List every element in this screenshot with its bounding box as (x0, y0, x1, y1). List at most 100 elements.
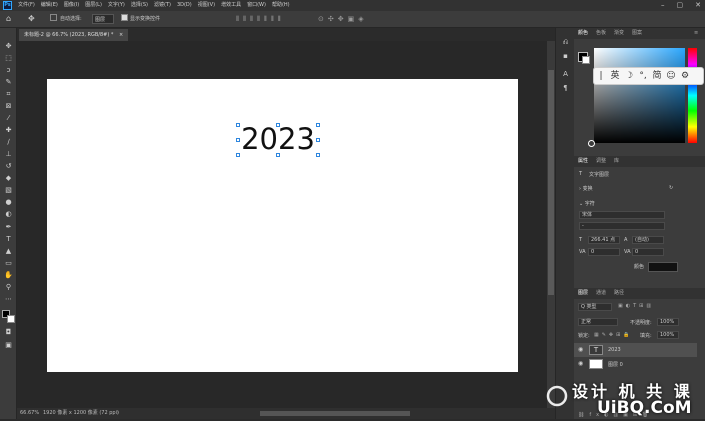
marquee-tool-icon[interactable]: ⬚ (4, 54, 13, 63)
tracking-field[interactable]: 0 (632, 248, 664, 256)
hand-tool-icon[interactable]: ✋ (4, 271, 13, 280)
zoom-level[interactable]: 66.67% (20, 408, 39, 419)
tab-paths[interactable]: 路径 (614, 288, 624, 299)
transform-handle[interactable] (236, 123, 240, 127)
auto-select-checkbox[interactable] (50, 14, 57, 24)
crop-tool-icon[interactable]: ⌗ (4, 90, 13, 99)
history-panel-icon[interactable]: ⎌ (561, 38, 570, 47)
menu-help[interactable]: 帮助(H) (269, 0, 293, 11)
transform-handle[interactable] (316, 123, 320, 127)
ime-simplified-toggle[interactable]: 简 (650, 68, 664, 84)
ime-moon-icon[interactable]: ☽ (622, 68, 636, 84)
menu-plugins[interactable]: 增效工具 (218, 0, 244, 11)
menu-window[interactable]: 窗口(W) (244, 0, 269, 11)
font-style-dropdown[interactable]: - (579, 222, 665, 230)
close-window-button[interactable]: ✕ (695, 0, 701, 11)
blur-tool-icon[interactable]: ● (4, 198, 13, 207)
comments-panel-icon[interactable]: ▪ (561, 52, 570, 61)
font-size-field[interactable]: 266.41 点 (588, 236, 620, 244)
hue-slider[interactable] (688, 48, 697, 143)
type-tool-icon[interactable]: T (4, 235, 13, 244)
visibility-eye-icon[interactable]: ◉ (578, 360, 583, 367)
stamp-tool-icon[interactable]: ⊥ (4, 150, 13, 159)
tab-layers[interactable]: 图层 (578, 288, 588, 299)
eyedropper-tool-icon[interactable]: ⁄ (4, 114, 13, 123)
kerning-field[interactable]: 0 (588, 248, 620, 256)
layer-row[interactable]: ◉ T 2023 (574, 343, 697, 357)
menu-image[interactable]: 图像(I) (61, 0, 82, 11)
color-background-swatch[interactable] (582, 56, 590, 64)
layer-filter-icons[interactable]: ▣◐T⊞▥ (618, 303, 654, 309)
document-tab[interactable]: 未标题-2 @ 66.7% (2023, RGB/8#) * × (19, 29, 129, 41)
menu-3d[interactable]: 3D(D) (174, 0, 195, 11)
leading-field[interactable]: (自动) (632, 236, 664, 244)
tab-adjustments[interactable]: 调整 (596, 156, 606, 167)
layer-filter-dropdown[interactable]: Q 类型 (578, 303, 612, 311)
color-picker-marker[interactable] (588, 140, 595, 147)
quick-mask-icon[interactable]: ◘ (4, 328, 13, 337)
background-color-swatch[interactable] (7, 315, 15, 323)
home-icon[interactable]: ⌂ (6, 14, 11, 24)
lock-icons[interactable]: ▦✎✥⊞🔒 (594, 332, 633, 338)
minimize-button[interactable]: – (661, 0, 665, 11)
align-icons[interactable]: ⫴⫴⫴⫴⫴⫴⫴ (236, 14, 285, 24)
menu-layer[interactable]: 图层(L) (82, 0, 105, 11)
text-color-swatch[interactable] (648, 262, 678, 272)
tab-properties[interactable]: 属性 (578, 156, 588, 167)
path-select-icon[interactable]: ▲ (4, 247, 13, 256)
document-info[interactable]: 1920 像素 x 1200 像素 (72 ppi) (43, 408, 119, 419)
menu-select[interactable]: 选择(S) (128, 0, 151, 11)
reset-icon[interactable]: ↻ (669, 185, 673, 191)
brush-tool-icon[interactable]: ∕ (4, 138, 13, 147)
ime-handle[interactable]: | (594, 68, 608, 84)
3d-mode-icons[interactable]: ⊙✣✥▣◈ (318, 14, 368, 24)
menu-type[interactable]: 文字(Y) (105, 0, 128, 11)
tab-channels[interactable]: 通道 (596, 288, 606, 299)
show-transform-checkbox[interactable] (121, 14, 128, 24)
maximize-button[interactable]: ▢ (677, 0, 684, 11)
zoom-tool-icon[interactable]: ⚲ (4, 283, 13, 292)
character-panel-icon[interactable]: A (561, 70, 570, 79)
pen-tool-icon[interactable]: ✒ (4, 223, 13, 232)
move-tool-icon[interactable]: ✥ (4, 42, 13, 51)
layer-name[interactable]: 图层 0 (608, 361, 623, 368)
gradient-tool-icon[interactable]: ▧ (4, 186, 13, 195)
ime-punctuation-icon[interactable]: °, (636, 68, 650, 84)
horizontal-scroll-thumb[interactable] (260, 411, 410, 416)
menu-file[interactable]: 文件(F) (15, 0, 38, 11)
close-tab-icon[interactable]: × (119, 32, 123, 38)
transform-handle[interactable] (276, 123, 280, 127)
quick-select-tool-icon[interactable]: ✎ (4, 78, 13, 87)
screen-mode-icon[interactable]: ▣ (4, 341, 13, 350)
transform-handle[interactable] (316, 153, 320, 157)
auto-select-dropdown[interactable]: 图层 (92, 14, 114, 24)
visibility-eye-icon[interactable]: ◉ (578, 346, 583, 353)
canvas-text[interactable]: 2023 (238, 123, 318, 155)
eraser-tool-icon[interactable]: ◆ (4, 174, 13, 183)
ime-emoji-icon[interactable]: ☺ (664, 68, 678, 84)
fill-field[interactable]: 100% (657, 331, 679, 339)
menu-filter[interactable]: 滤镜(T) (151, 0, 174, 11)
character-section[interactable]: ⌄ 字符 (579, 200, 595, 207)
font-family-dropdown[interactable]: 宋体 (579, 211, 665, 219)
status-arrow-icon[interactable]: › (117, 408, 119, 419)
transform-section[interactable]: › 变换 (579, 185, 593, 192)
paragraph-panel-icon[interactable]: ¶ (561, 84, 570, 93)
tab-libraries[interactable]: 库 (614, 156, 619, 167)
tab-gradients[interactable]: 渐变 (614, 28, 624, 39)
transform-handle[interactable] (316, 138, 320, 142)
healing-tool-icon[interactable]: ✚ (4, 126, 13, 135)
transform-handle[interactable] (236, 153, 240, 157)
layer-row[interactable]: ◉ 图层 0 (574, 357, 697, 371)
blend-mode-dropdown[interactable]: 正常 (578, 318, 618, 326)
opacity-field[interactable]: 100% (657, 318, 679, 326)
tab-color[interactable]: 颜色 (578, 28, 588, 39)
text-layer-bounding-box[interactable]: 2023 (236, 123, 320, 157)
panel-menu-icon[interactable]: ≡ (694, 28, 698, 39)
menu-edit[interactable]: 编辑(E) (38, 0, 61, 11)
history-brush-icon[interactable]: ↺ (4, 162, 13, 171)
frame-tool-icon[interactable]: ⊠ (4, 102, 13, 111)
move-tool-icon[interactable]: ✥ (28, 14, 35, 24)
ime-settings-icon[interactable]: ⚙ (678, 68, 692, 84)
tab-swatches[interactable]: 色板 (596, 28, 606, 39)
